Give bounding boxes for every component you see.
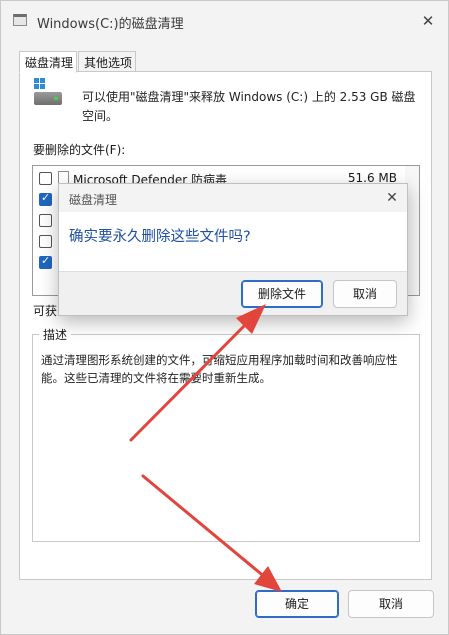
description-group: 描述 通过清理图形系统创建的文件，可缩短应用程序加载时间和改善响应性能。这些已清… xyxy=(32,326,420,542)
delete-files-button[interactable]: 删除文件 xyxy=(241,280,323,308)
disk-cleanup-icon xyxy=(34,78,82,112)
ok-button[interactable]: 确定 xyxy=(255,590,339,618)
close-icon[interactable]: ✕ xyxy=(417,10,439,32)
confirm-dialog: 磁盘清理 ✕ 确实要永久删除这些文件吗? 删除文件 取消 xyxy=(58,183,408,316)
cancel-button[interactable]: 取消 xyxy=(348,590,434,618)
file-checkbox[interactable] xyxy=(39,191,52,206)
tab-disk-cleanup[interactable]: 磁盘清理 xyxy=(19,51,77,73)
description-text: 通过清理图形系统创建的文件，可缩短应用程序加载时间和改善响应性能。这些已清理的文… xyxy=(41,353,398,385)
dialog-title: 磁盘清理 xyxy=(69,193,118,207)
description-title: 描述 xyxy=(39,326,72,343)
disk-cleanup-panel: 可以使用"磁盘清理"来释放 Windows (C:) 上的 2.53 GB 磁盘… xyxy=(19,71,432,580)
dialog-footer: 删除文件 取消 xyxy=(59,271,407,315)
dialog-cancel-button[interactable]: 取消 xyxy=(333,280,397,308)
dialog-title-bar: 磁盘清理 ✕ xyxy=(59,184,407,212)
file-checkbox[interactable] xyxy=(39,254,52,269)
dialog-question: 确实要永久删除这些文件吗? xyxy=(69,229,251,245)
window-title: Windows(C:)的磁盘清理 xyxy=(37,17,184,32)
available-space-label: 可获 xyxy=(33,304,58,318)
file-checkbox[interactable] xyxy=(39,214,52,227)
dialog-close-icon[interactable]: ✕ xyxy=(381,187,403,209)
file-checkbox[interactable] xyxy=(39,235,52,248)
intro-text: 可以使用"磁盘清理"来释放 Windows (C:) 上的 2.53 GB 磁盘… xyxy=(82,90,416,123)
files-to-delete-label: 要删除的文件(F): xyxy=(33,143,126,157)
tab-other-options[interactable]: 其他选项 xyxy=(78,51,136,72)
file-checkbox[interactable] xyxy=(39,172,52,185)
disk-cleanup-window: Windows(C:)的磁盘清理 ✕ 磁盘清理 其他选项 可以使用"磁盘清理"来… xyxy=(0,0,449,635)
title-bar: Windows(C:)的磁盘清理 ✕ xyxy=(1,1,448,43)
dialog-body: 确实要永久删除这些文件吗? xyxy=(59,212,407,271)
drive-icon xyxy=(13,14,27,26)
